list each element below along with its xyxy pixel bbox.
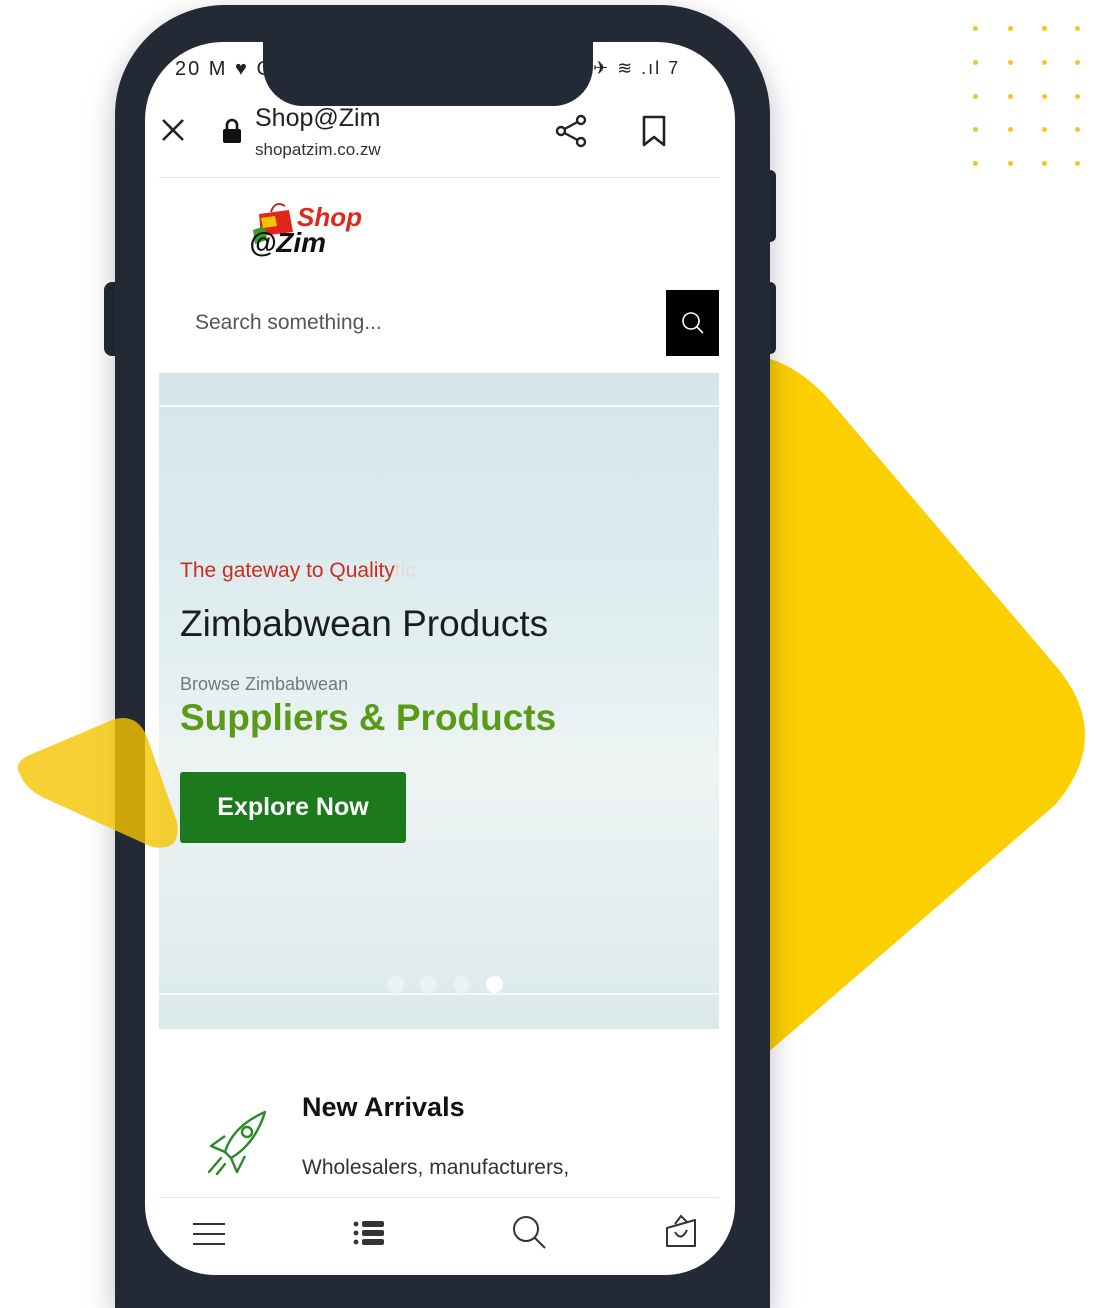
site-title: Shop@Zim	[255, 104, 381, 132]
explore-now-button[interactable]: Explore Now	[180, 772, 406, 843]
carousel-dot[interactable]	[387, 976, 404, 993]
decorative-dots	[970, 22, 1090, 172]
close-icon[interactable]	[159, 116, 187, 144]
carousel-dot[interactable]	[453, 976, 470, 993]
share-icon[interactable]	[555, 114, 589, 148]
slider-divider	[159, 405, 719, 407]
status-bar-right: ✈ ≋ .ıl 7	[593, 58, 681, 78]
carousel-dot-active[interactable]	[486, 976, 503, 993]
list-icon[interactable]	[349, 1212, 389, 1252]
basket-icon[interactable]	[661, 1212, 701, 1252]
promo-canvas: 20 M ♥ G ✈ ≋ .ıl 7 Shop@Zim shopatzim.co…	[0, 0, 1102, 1308]
bottom-navigation	[159, 1197, 719, 1275]
svg-text:@Zim: @Zim	[249, 227, 326, 258]
hero-slider: The gateway to Qualitytic Zimbabwean Pro…	[159, 373, 719, 1029]
carousel-dot[interactable]	[420, 976, 437, 993]
shopatzim-logo[interactable]: Shop @Zim	[245, 192, 375, 262]
lock-icon	[223, 118, 241, 143]
hero-browse-label: Browse Zimbabwean	[180, 674, 349, 694]
bookmark-icon[interactable]	[639, 114, 669, 148]
new-arrivals-description: Wholesalers, manufacturers,	[302, 1156, 570, 1179]
rocket-icon	[207, 1110, 267, 1176]
phone-screen: 20 M ♥ G ✈ ≋ .ıl 7 Shop@Zim shopatzim.co…	[145, 42, 735, 1275]
hero-title: Zimbabwean Products	[180, 603, 549, 644]
search-button[interactable]	[666, 290, 719, 356]
menu-icon[interactable]	[189, 1212, 229, 1252]
hero-tagline-text: The gateway to Quality	[180, 559, 395, 582]
site-url[interactable]: shopatzim.co.zw	[255, 140, 381, 160]
browser-bar: Shop@Zim shopatzim.co.zw	[159, 100, 719, 178]
hero-tagline-ghost: tic	[394, 559, 416, 582]
search-input[interactable]	[195, 298, 655, 348]
decorative-yellow-triangle	[17, 718, 178, 848]
search-icon[interactable]	[509, 1212, 549, 1252]
slider-divider	[159, 993, 719, 995]
search-bar	[159, 290, 719, 356]
phone-notch	[263, 42, 593, 106]
status-bar-left: 20 M ♥ G	[175, 58, 275, 80]
search-icon	[681, 312, 704, 334]
hero-tagline: The gateway to Qualitytic	[180, 559, 416, 583]
carousel-indicators	[387, 976, 503, 994]
new-arrivals-title[interactable]: New Arrivals	[302, 1092, 465, 1123]
hero-suppliers-title: Suppliers & Products	[180, 697, 557, 738]
